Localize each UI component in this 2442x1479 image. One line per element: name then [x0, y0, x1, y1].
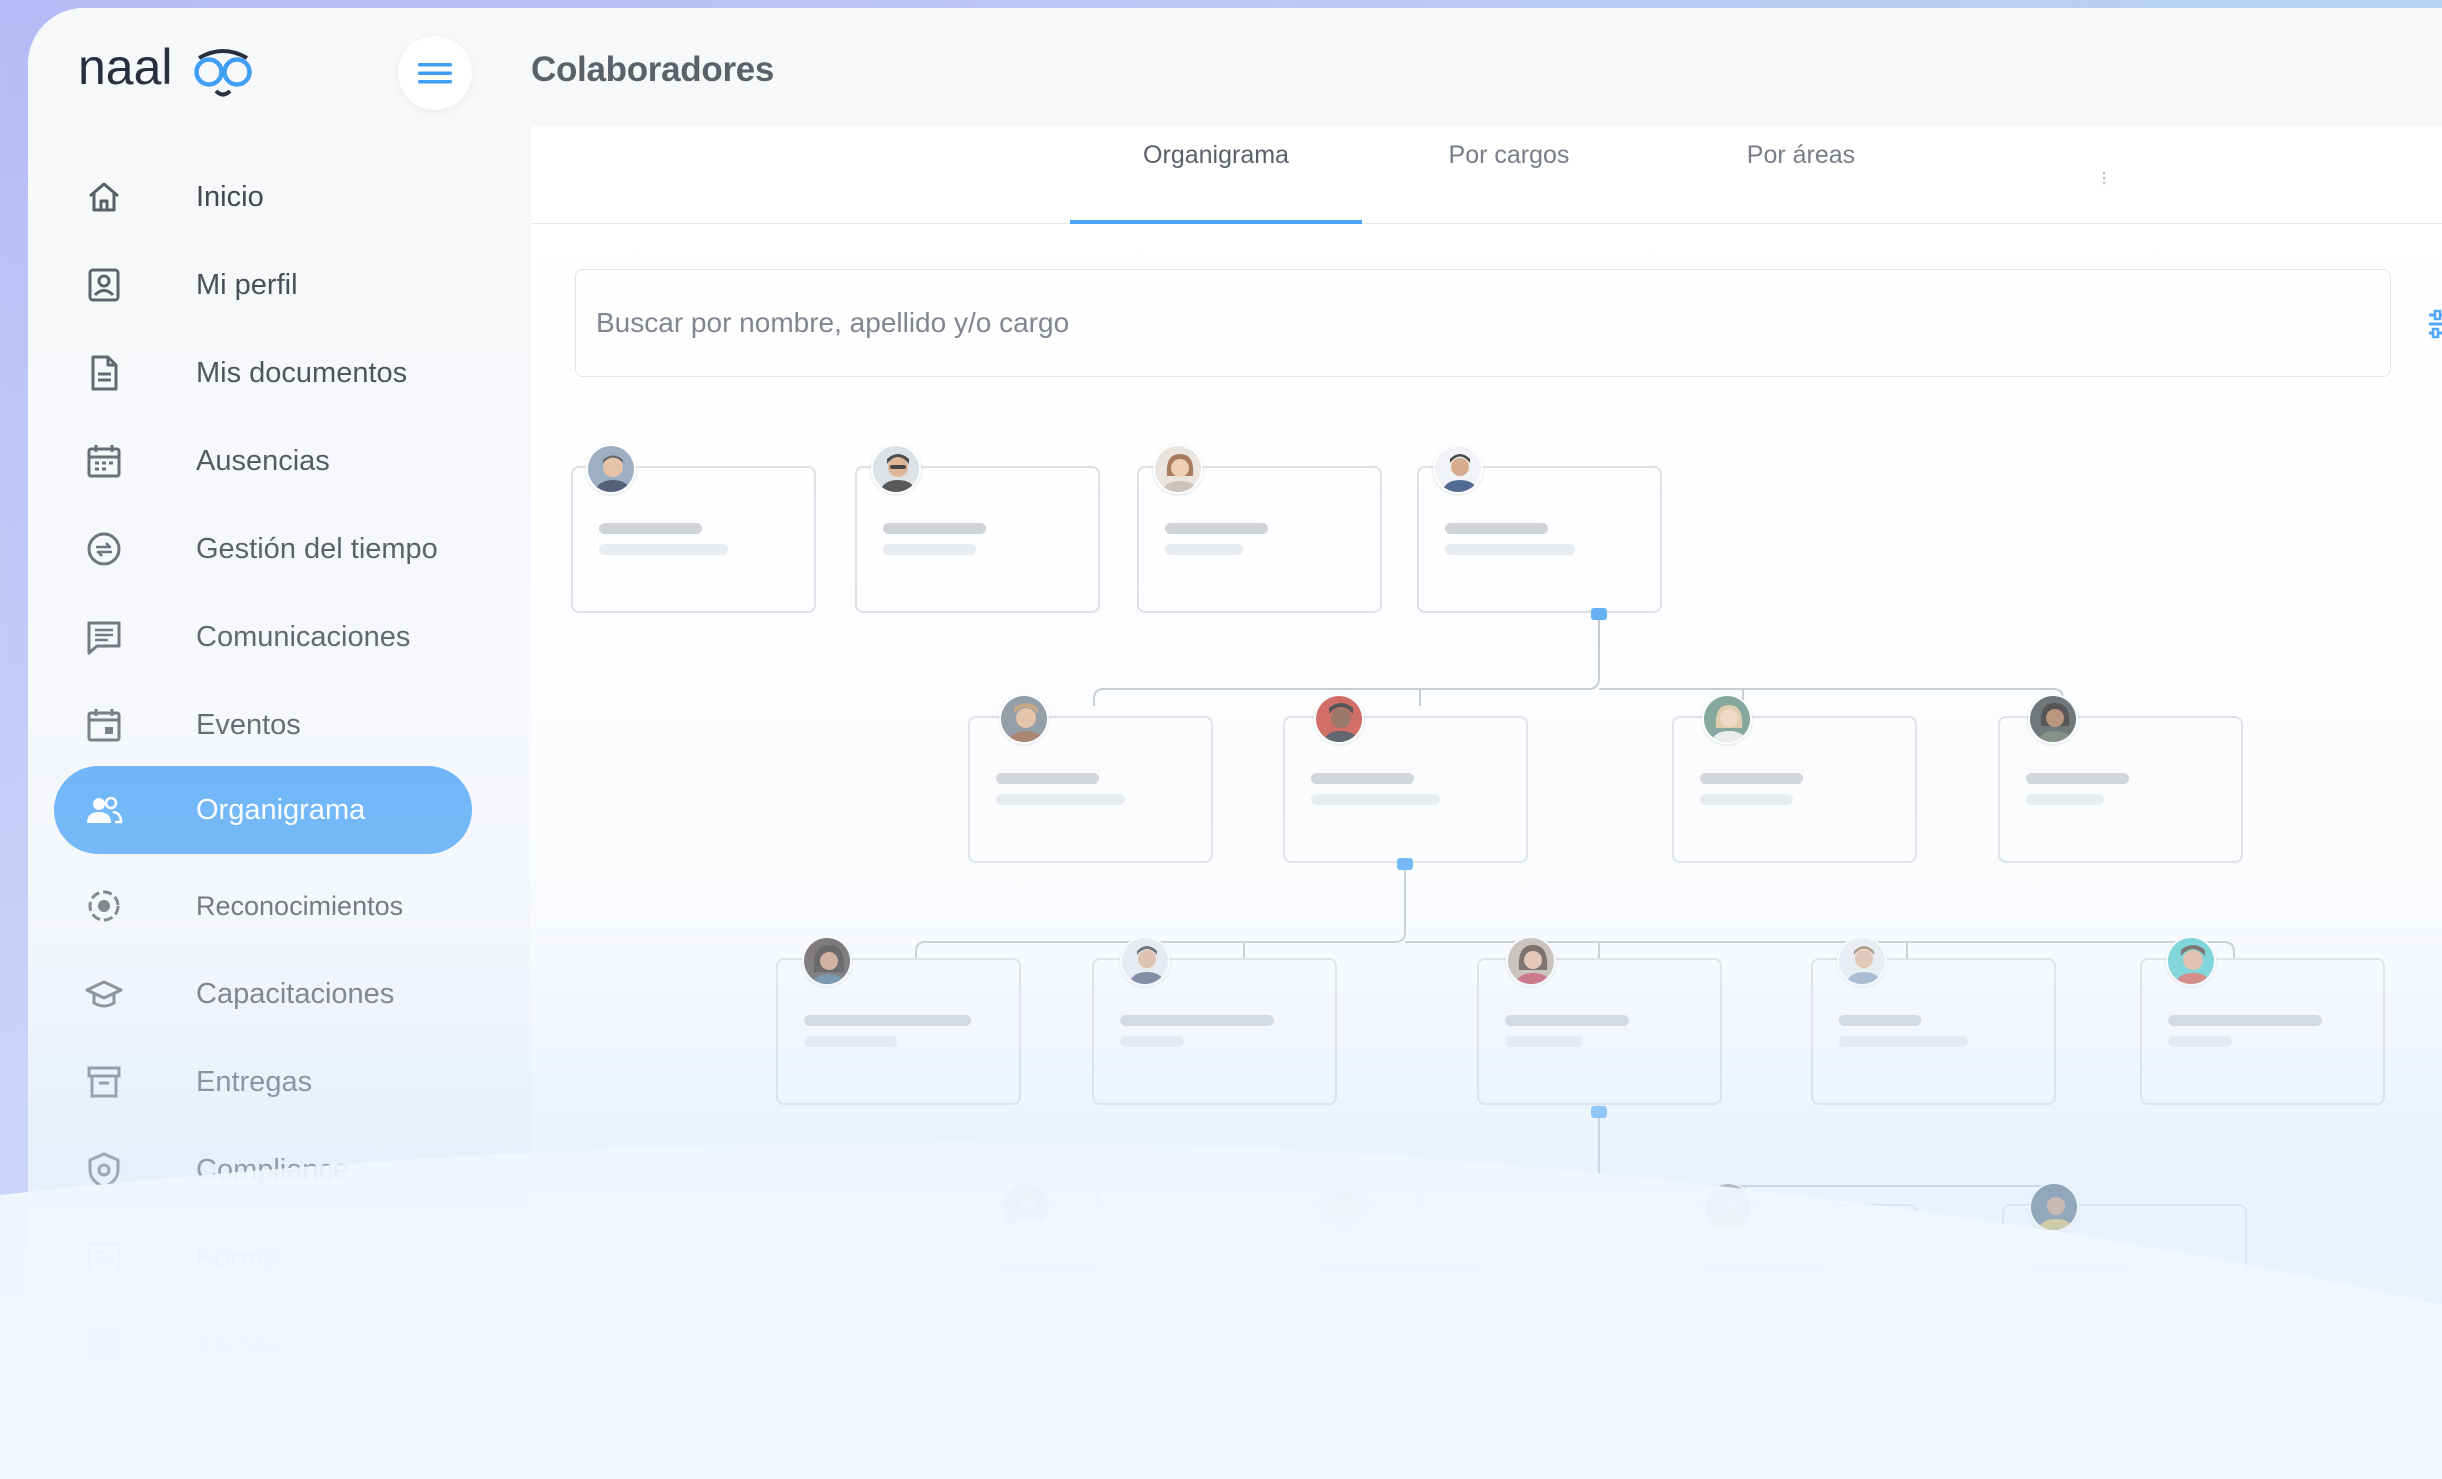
avatar — [586, 444, 636, 494]
avatar — [2028, 694, 2078, 744]
event-icon — [87, 709, 121, 742]
tasks-icon — [87, 1332, 121, 1360]
sidebar-item-mi-perfil[interactable]: Mi perfil — [54, 241, 472, 329]
sidebar-item-label: Mi perfil — [196, 269, 298, 301]
sidebar-item-label: Compliance — [196, 1154, 350, 1186]
sidebar-item-label: Mis documentos — [196, 357, 408, 389]
sidebar-item-label: Eventos — [196, 709, 301, 741]
org-node-card[interactable] — [968, 716, 1213, 863]
sidebar-item-label: Inicio — [196, 181, 264, 213]
profile-icon — [88, 268, 120, 302]
sidebar-item-gestion-del-tiempo[interactable]: Gestión del tiempo — [54, 505, 472, 593]
naaloo-logo-icon: naal — [78, 39, 252, 97]
sidebar-item-compliance[interactable]: Compliance — [54, 1126, 472, 1214]
avatar — [1120, 936, 1170, 986]
archive-icon — [87, 1066, 121, 1098]
org-node-card[interactable] — [1477, 958, 1722, 1105]
avatar — [871, 444, 921, 494]
logo[interactable]: naal — [76, 34, 266, 109]
sidebar-item-label: Capacitaciones — [196, 978, 395, 1010]
avatar — [2166, 936, 2216, 986]
avatar — [802, 936, 852, 986]
avatar — [1433, 444, 1483, 494]
document-icon — [91, 355, 118, 391]
sidebar-item-mis-documentos[interactable]: Mis documentos — [54, 329, 472, 417]
app-window: naal Inicio Mi perfil Mis documentos Aus… — [28, 8, 2442, 1479]
avatar — [1702, 694, 1752, 744]
sidebar-item-label: Ausencias — [196, 445, 330, 477]
sidebar-item-comunicaciones[interactable]: Comunicaciones — [54, 593, 472, 681]
sidebar-item-capacitaciones[interactable]: Capacitaciones — [54, 950, 472, 1038]
sidebar-item-label: Gestión del tiempo — [196, 533, 438, 565]
expand-node-button[interactable] — [1591, 1106, 1607, 1118]
shield-icon — [88, 1152, 120, 1189]
graduation-icon — [85, 980, 123, 1008]
org-node-card[interactable] — [1286, 1204, 1531, 1351]
home-icon — [89, 182, 119, 212]
tab-por-cargos[interactable]: Por cargos — [1363, 126, 1655, 224]
filter-icon[interactable] — [2427, 309, 2442, 344]
avatar — [1314, 694, 1364, 744]
tab-por-areas[interactable]: Por áreas — [1655, 126, 1947, 224]
calendar-icon — [87, 445, 121, 478]
time-icon — [87, 532, 121, 566]
forms-icon — [87, 1242, 121, 1274]
avatar — [1837, 936, 1887, 986]
sidebar-item-forms[interactable]: Forms — [54, 1214, 472, 1302]
sidebar-item-label: Tareas — [196, 1330, 284, 1362]
sidebar-item-label: Reconocimientos — [196, 891, 404, 921]
avatar — [999, 694, 1049, 744]
sidebar-item-organigrama[interactable]: Organigrama — [54, 766, 472, 854]
avatar — [2029, 1182, 2079, 1232]
org-node-card[interactable] — [1283, 716, 1528, 863]
sidebar-item-ausencias[interactable]: Ausencias — [54, 417, 472, 505]
sidebar-item-label: Comunicaciones — [196, 621, 411, 653]
avatar — [1317, 1182, 1367, 1232]
sidebar-item-inicio[interactable]: Inicio — [54, 153, 472, 241]
sidebar-item-eventos[interactable]: Eventos — [54, 681, 472, 769]
expand-node-button[interactable] — [1591, 608, 1607, 620]
page-title: Colaboradores — [531, 50, 775, 89]
svg-text:naal: naal — [78, 39, 173, 95]
sidebar-item-entregas[interactable]: Entregas — [54, 1038, 472, 1126]
sidebar-item-label: Forms — [196, 1242, 279, 1274]
menu-toggle-button[interactable] — [398, 36, 472, 110]
avatar — [1703, 1182, 1753, 1232]
sidebar-item-reconocimientos[interactable]: Reconocimientos — [54, 862, 472, 950]
org-node-card[interactable] — [1998, 716, 2243, 863]
search-input[interactable] — [575, 269, 2391, 377]
recognition-icon — [88, 890, 120, 922]
sidebar-item-tareas[interactable]: Tareas — [54, 1302, 472, 1390]
expand-node-button[interactable] — [1397, 858, 1413, 870]
message-icon — [87, 621, 121, 655]
tab-more-icon[interactable]: ⁝ — [2101, 166, 2107, 191]
main-content: Organigrama Por cargos Por áreas ⁝ — [531, 126, 2442, 1479]
org-node-card[interactable] — [1672, 1204, 1917, 1351]
hamburger-icon — [418, 63, 452, 84]
tab-bar: Organigrama Por cargos Por áreas ⁝ — [531, 126, 2442, 224]
tab-organigrama[interactable]: Organigrama — [1070, 126, 1362, 224]
sidebar-item-label: Entregas — [196, 1066, 313, 1098]
sidebar-item-label: Organigrama — [196, 794, 366, 826]
avatar — [1506, 936, 1556, 986]
org-node-card[interactable] — [1672, 716, 1917, 863]
avatar — [1001, 1182, 1051, 1232]
avatar — [1153, 444, 1203, 494]
sidebar: naal Inicio Mi perfil Mis documentos Aus… — [28, 8, 531, 1479]
org-node-card[interactable] — [969, 1204, 1214, 1351]
people-icon — [87, 796, 123, 824]
